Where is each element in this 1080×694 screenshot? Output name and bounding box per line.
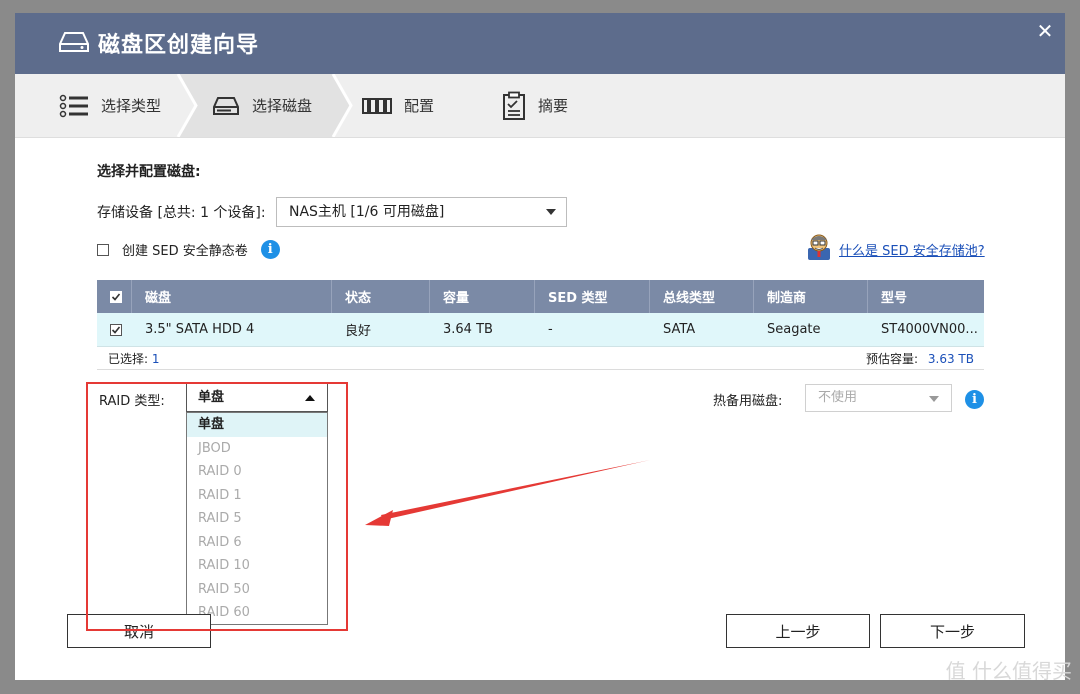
previous-button[interactable]: 上一步 — [726, 614, 870, 648]
chevron-down-icon — [929, 396, 939, 402]
cell-disk: 3.5" SATA HDD 4 — [145, 322, 255, 337]
table-header: 磁盘 状态 容量 SED 类型 总线类型 制造商 型号 — [97, 280, 984, 313]
raid-option-raid10[interactable]: RAID 10 — [187, 554, 327, 578]
sed-checkbox-label: 创建 SED 安全静态卷 — [122, 244, 248, 259]
cell-capacity: 3.64 TB — [443, 322, 493, 337]
column-header[interactable]: 容量 — [430, 280, 535, 313]
hot-spare-select[interactable]: 不使用 — [805, 384, 952, 412]
column-header[interactable]: SED 类型 — [535, 280, 650, 313]
estimated-capacity-value: 3.63 TB — [927, 351, 974, 366]
cell-manufacturer: Seagate — [767, 322, 821, 337]
assistant-avatar-icon — [805, 234, 833, 264]
watermark-text: 值 什么值得买 — [945, 659, 1072, 683]
column-header[interactable]: 磁盘 — [132, 280, 332, 313]
selected-label: 已选择: — [108, 351, 149, 366]
step-summary[interactable]: 摘要 — [502, 74, 568, 137]
column-header[interactable]: 制造商 — [754, 280, 868, 313]
raid-type-value: 单盘 — [198, 390, 225, 405]
raid-icon — [362, 97, 392, 115]
disk-table: 磁盘 状态 容量 SED 类型 总线类型 制造商 型号 3.5" SATA HD… — [97, 280, 984, 370]
raid-type-label: RAID 类型: — [99, 394, 165, 409]
disk-icon — [212, 95, 240, 117]
cell-bus-type: SATA — [663, 322, 696, 337]
sed-option-row: 创建 SED 安全静态卷 i — [97, 240, 280, 259]
disk-drive-icon — [59, 31, 89, 57]
step-label: 选择磁盘 — [252, 97, 313, 115]
title-bar: 磁盘区创建向导 ✕ — [15, 13, 1065, 74]
step-label: 选择类型 — [101, 97, 162, 115]
cell-status: 良好 — [345, 324, 372, 339]
raid-type-dropdown: 单盘 JBOD RAID 0 RAID 1 RAID 5 RAID 6 RAID… — [186, 412, 328, 625]
wizard-steps: 选择类型 选择磁盘 配置 摘要 — [15, 74, 1065, 138]
watermark: 值 什么值得买 — [946, 655, 1072, 684]
section-title: 选择并配置磁盘: — [97, 164, 201, 180]
step-configure[interactable]: 配置 — [362, 74, 434, 137]
hot-spare-value: 不使用 — [818, 390, 858, 405]
storage-device-value: NAS主机 [1/6 可用磁盘] — [289, 204, 445, 220]
cell-sed-type: - — [548, 322, 553, 337]
close-button[interactable]: ✕ — [1035, 21, 1055, 41]
clipboard-icon — [502, 91, 526, 121]
step-label: 摘要 — [538, 97, 569, 115]
select-all-cell — [97, 280, 132, 313]
raid-option-jbod[interactable]: JBOD — [187, 437, 327, 461]
raid-option-raid50[interactable]: RAID 50 — [187, 578, 327, 602]
cell-model: ST4000VN00... — [881, 322, 978, 337]
sed-help-link[interactable]: 什么是 SED 安全存储池? — [839, 240, 985, 259]
selected-count: 已选择: 1 — [108, 350, 160, 367]
row-select-cell — [97, 313, 132, 346]
estimated-capacity: 预估容量: 3.63 TB — [866, 350, 974, 367]
raid-type-select[interactable]: 单盘 — [186, 383, 328, 412]
raid-option-single[interactable]: 单盘 — [187, 413, 327, 437]
step-select-disk[interactable]: 选择磁盘 — [212, 74, 312, 137]
chevron-down-icon — [546, 209, 556, 215]
list-icon — [59, 94, 89, 118]
sed-checkbox[interactable] — [97, 243, 109, 256]
storage-device-label: 存储设备 [总共: 1 个设备]: — [97, 205, 266, 221]
dialog-title: 磁盘区创建向导 — [98, 33, 260, 58]
sed-help: 什么是 SED 安全存储池? — [805, 234, 985, 264]
wizard-dialog: 磁盘区创建向导 ✕ 选择类型 选择磁盘 配置 摘要 选择并配置磁盘: 存储设备 … — [15, 13, 1065, 680]
column-header[interactable]: 总线类型 — [650, 280, 754, 313]
raid-option-raid6[interactable]: RAID 6 — [187, 531, 327, 555]
column-header[interactable]: 型号 — [868, 280, 984, 313]
raid-option-raid1[interactable]: RAID 1 — [187, 484, 327, 508]
raid-option-raid0[interactable]: RAID 0 — [187, 460, 327, 484]
selected-count-value: 1 — [151, 351, 160, 366]
row-checkbox[interactable] — [110, 323, 122, 336]
hot-spare-label: 热备用磁盘: — [713, 394, 783, 409]
info-icon[interactable]: i — [965, 390, 984, 409]
step-label: 配置 — [404, 97, 435, 115]
table-row[interactable]: 3.5" SATA HDD 4 良好 3.64 TB - SATA Seagat… — [97, 313, 984, 347]
raid-option-raid5[interactable]: RAID 5 — [187, 507, 327, 531]
cancel-button[interactable]: 取消 — [67, 614, 211, 648]
column-header[interactable]: 状态 — [332, 280, 430, 313]
storage-device-select[interactable]: NAS主机 [1/6 可用磁盘] — [276, 197, 567, 227]
next-button[interactable]: 下一步 — [880, 614, 1025, 648]
step-select-type[interactable]: 选择类型 — [59, 74, 161, 137]
estimated-capacity-label: 预估容量: — [866, 351, 919, 366]
select-all-checkbox[interactable] — [110, 290, 122, 303]
table-footer: 已选择: 1 预估容量: 3.63 TB — [97, 347, 984, 370]
chevron-up-icon — [305, 395, 315, 401]
info-icon[interactable]: i — [260, 240, 280, 259]
